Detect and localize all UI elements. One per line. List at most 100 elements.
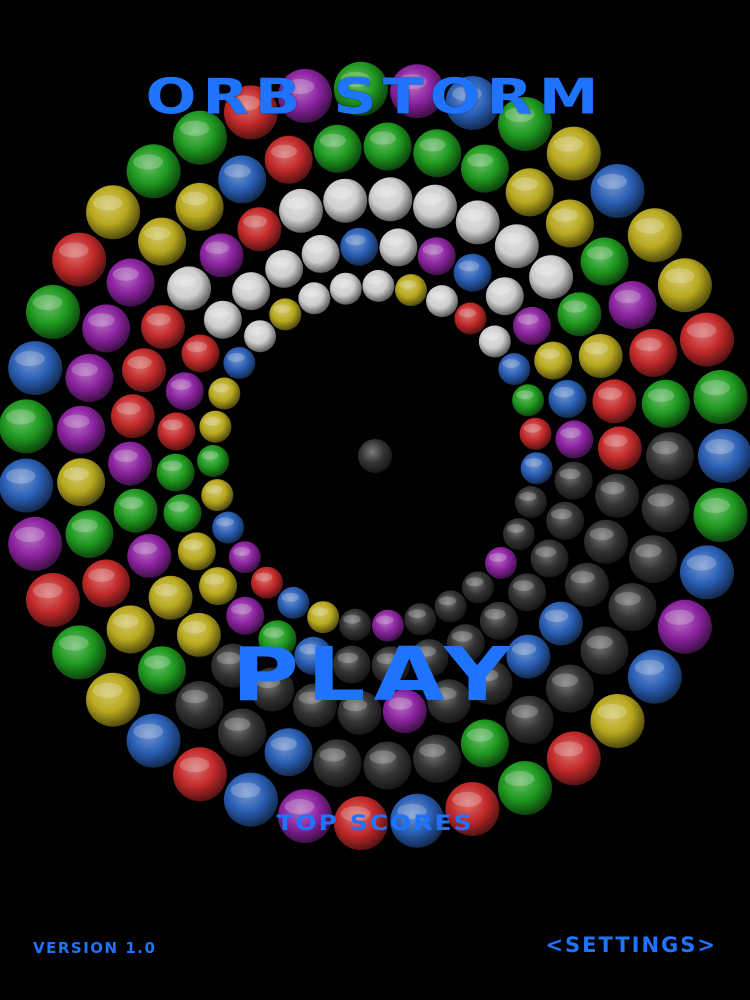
- orb-white: [368, 177, 413, 222]
- orb-red: [181, 334, 220, 373]
- orb-highlight: [71, 362, 98, 377]
- orb-highlight: [700, 380, 730, 396]
- orb-red: [173, 747, 227, 802]
- orb-highlight: [205, 485, 223, 494]
- orb-highlight: [511, 177, 539, 191]
- orb-blue: [8, 341, 63, 396]
- orb-purple: [127, 534, 172, 578]
- orb-highlight: [328, 186, 353, 200]
- orb-highlight: [584, 342, 609, 355]
- orb-highlight: [182, 539, 204, 551]
- orb-highlight: [504, 771, 535, 787]
- orb-highlight: [369, 750, 396, 764]
- orb-highlight: [92, 195, 123, 211]
- orb-highlight: [113, 449, 138, 463]
- orb-highlight: [535, 546, 557, 558]
- orb-highlight: [399, 280, 417, 289]
- orb-purple: [513, 306, 551, 345]
- orb-highlight: [116, 402, 141, 415]
- settings-button[interactable]: <SETTINGS>: [545, 931, 717, 959]
- orb-highlight: [284, 196, 309, 210]
- orb-highlight: [489, 552, 507, 562]
- orb-blue: [680, 545, 734, 600]
- orb-highlight: [419, 138, 446, 152]
- orb-highlight: [88, 568, 115, 582]
- orb-green: [197, 445, 230, 477]
- orb-yellow: [208, 377, 241, 410]
- orb-red: [592, 379, 637, 424]
- orb-highlight: [269, 257, 291, 268]
- orb-highlight: [161, 460, 183, 472]
- orb-purple: [8, 516, 63, 571]
- orb-highlight: [205, 241, 230, 254]
- orb-highlight: [652, 441, 679, 455]
- orb-highlight: [376, 615, 394, 625]
- orb-highlight: [373, 185, 399, 198]
- orb-highlight: [133, 723, 164, 739]
- orb-red: [122, 348, 166, 393]
- orb-highlight: [5, 468, 36, 484]
- orb-purple: [57, 405, 106, 454]
- orb-highlight: [430, 291, 448, 300]
- orb-highlight: [538, 348, 560, 360]
- orb-highlight: [203, 416, 221, 426]
- orb-highlight: [553, 741, 584, 757]
- orb-highlight: [422, 244, 444, 255]
- orb-gray: [646, 432, 694, 481]
- orb-blue: [212, 511, 245, 544]
- orb-highlight: [168, 501, 190, 512]
- orb-green: [126, 144, 181, 199]
- orb-gray: [404, 603, 437, 636]
- orb-gray: [514, 486, 547, 519]
- orb-gray: [608, 583, 657, 632]
- orb-blue: [453, 253, 492, 292]
- orb-red: [629, 328, 678, 377]
- orb-highlight: [144, 226, 171, 240]
- orb-purple: [108, 441, 153, 486]
- orb-highlight: [247, 326, 266, 336]
- orb-highlight: [71, 518, 98, 533]
- orb-highlight: [281, 592, 300, 602]
- orb-highlight: [600, 481, 625, 495]
- version-label: VERSION 1.0: [33, 939, 157, 957]
- orb-highlight: [311, 607, 329, 617]
- orb-highlight: [647, 388, 675, 402]
- orb-highlight: [14, 351, 45, 367]
- orb-gray: [584, 519, 628, 564]
- orb-green: [0, 399, 54, 454]
- orb-blue: [590, 164, 645, 218]
- orb-red: [237, 207, 282, 252]
- orb-white: [232, 272, 271, 311]
- orb-yellow: [657, 258, 712, 313]
- orb-red: [680, 312, 734, 367]
- orb-yellow: [175, 182, 224, 231]
- orb-highlight: [203, 574, 225, 585]
- orb-purple: [485, 547, 517, 579]
- orb-gray: [546, 501, 585, 540]
- orb-gray: [502, 518, 535, 551]
- play-button[interactable]: PLAY: [0, 635, 750, 715]
- orb-highlight: [232, 547, 251, 557]
- orb-gray: [413, 734, 462, 783]
- orb-highlight: [344, 234, 366, 246]
- orb-white: [265, 249, 304, 288]
- orb-green: [693, 370, 748, 424]
- orb-highlight: [366, 275, 385, 285]
- orb-green: [313, 124, 362, 173]
- orb-highlight: [467, 153, 494, 167]
- orb-yellow: [578, 334, 623, 378]
- orb-white: [167, 266, 212, 311]
- orb-white: [323, 178, 368, 223]
- orb-gray: [554, 461, 593, 500]
- orb-highlight: [635, 544, 662, 558]
- orb-highlight: [586, 246, 613, 260]
- orb-highlight: [216, 517, 234, 527]
- top-scores-button[interactable]: TOP SCORES: [0, 810, 750, 836]
- orb-highlight: [384, 235, 406, 247]
- orb-green: [498, 761, 552, 815]
- orb-highlight: [544, 609, 569, 623]
- orb-highlight: [647, 493, 675, 507]
- orb-highlight: [482, 331, 501, 341]
- orb-red: [26, 573, 80, 627]
- orb-highlight: [534, 263, 559, 276]
